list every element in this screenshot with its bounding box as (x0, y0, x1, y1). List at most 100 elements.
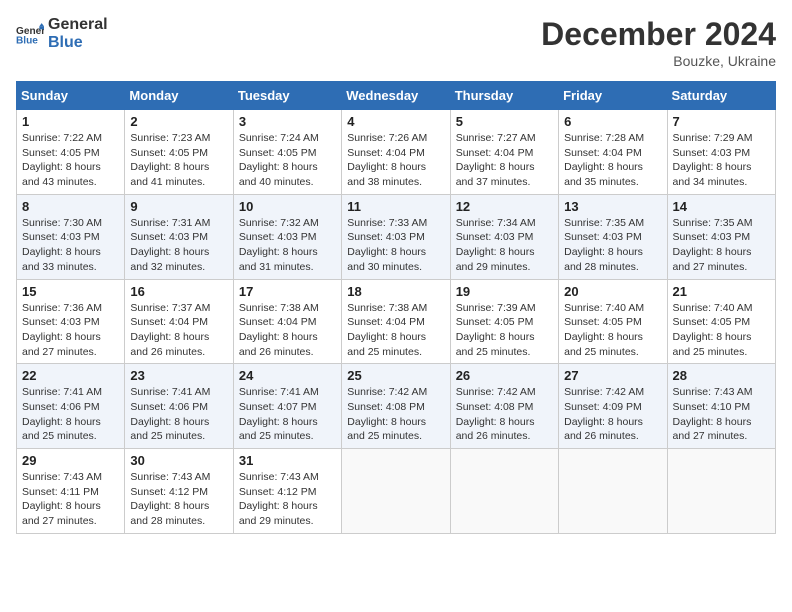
calendar-cell: 18 Sunrise: 7:38 AMSunset: 4:04 PMDayligh… (342, 279, 450, 364)
calendar-cell: 31 Sunrise: 7:43 AMSunset: 4:12 PMDayligh… (233, 449, 341, 534)
calendar-cell: 16 Sunrise: 7:37 AMSunset: 4:04 PMDayligh… (125, 279, 233, 364)
day-info: Sunrise: 7:35 AMSunset: 4:03 PMDaylight:… (673, 216, 770, 275)
day-info: Sunrise: 7:29 AMSunset: 4:03 PMDaylight:… (673, 131, 770, 190)
calendar-cell: 5 Sunrise: 7:27 AMSunset: 4:04 PMDaylight… (450, 110, 558, 195)
day-number: 21 (673, 284, 770, 299)
month-title: December 2024 (541, 16, 776, 53)
calendar-cell: 8 Sunrise: 7:30 AMSunset: 4:03 PMDaylight… (17, 194, 125, 279)
weekday-header-row: SundayMondayTuesdayWednesdayThursdayFrid… (17, 82, 776, 110)
day-info: Sunrise: 7:37 AMSunset: 4:04 PMDaylight:… (130, 301, 227, 360)
weekday-header-wednesday: Wednesday (342, 82, 450, 110)
day-info: Sunrise: 7:42 AMSunset: 4:08 PMDaylight:… (347, 385, 444, 444)
day-number: 8 (22, 199, 119, 214)
day-info: Sunrise: 7:43 AMSunset: 4:12 PMDaylight:… (239, 470, 336, 529)
calendar-cell: 15 Sunrise: 7:36 AMSunset: 4:03 PMDayligh… (17, 279, 125, 364)
day-info: Sunrise: 7:27 AMSunset: 4:04 PMDaylight:… (456, 131, 553, 190)
day-number: 28 (673, 368, 770, 383)
calendar-cell: 21 Sunrise: 7:40 AMSunset: 4:05 PMDayligh… (667, 279, 775, 364)
calendar-cell: 24 Sunrise: 7:41 AMSunset: 4:07 PMDayligh… (233, 364, 341, 449)
day-info: Sunrise: 7:32 AMSunset: 4:03 PMDaylight:… (239, 216, 336, 275)
calendar-cell: 1Sunrise: 7:22 AMSunset: 4:05 PMDaylight… (17, 110, 125, 195)
day-info: Sunrise: 7:40 AMSunset: 4:05 PMDaylight:… (673, 301, 770, 360)
calendar-cell: 20 Sunrise: 7:40 AMSunset: 4:05 PMDayligh… (559, 279, 667, 364)
weekday-header-tuesday: Tuesday (233, 82, 341, 110)
day-number: 4 (347, 114, 444, 129)
weekday-header-saturday: Saturday (667, 82, 775, 110)
logo-icon: General Blue (16, 23, 44, 45)
day-number: 7 (673, 114, 770, 129)
day-number: 30 (130, 453, 227, 468)
calendar-cell: 3Sunrise: 7:24 AMSunset: 4:05 PMDaylight… (233, 110, 341, 195)
day-info: Sunrise: 7:26 AMSunset: 4:04 PMDaylight:… (347, 131, 444, 190)
weekday-header-friday: Friday (559, 82, 667, 110)
weekday-header-thursday: Thursday (450, 82, 558, 110)
day-number: 18 (347, 284, 444, 299)
day-number: 15 (22, 284, 119, 299)
day-info: Sunrise: 7:30 AMSunset: 4:03 PMDaylight:… (22, 216, 119, 275)
day-number: 27 (564, 368, 661, 383)
day-number: 13 (564, 199, 661, 214)
calendar-week-row: 15 Sunrise: 7:36 AMSunset: 4:03 PMDayligh… (17, 279, 776, 364)
day-info: Sunrise: 7:40 AMSunset: 4:05 PMDaylight:… (564, 301, 661, 360)
calendar-week-row: 8 Sunrise: 7:30 AMSunset: 4:03 PMDaylight… (17, 194, 776, 279)
calendar-week-row: 29Sunrise: 7:43 AMSunset: 4:11 PMDayligh… (17, 449, 776, 534)
calendar-cell (450, 449, 558, 534)
day-info: Sunrise: 7:34 AMSunset: 4:03 PMDaylight:… (456, 216, 553, 275)
calendar-cell: 30Sunrise: 7:43 AMSunset: 4:12 PMDayligh… (125, 449, 233, 534)
day-info: Sunrise: 7:36 AMSunset: 4:03 PMDaylight:… (22, 301, 119, 360)
calendar-cell: 4 Sunrise: 7:26 AMSunset: 4:04 PMDaylight… (342, 110, 450, 195)
calendar-cell: 28 Sunrise: 7:43 AMSunset: 4:10 PMDayligh… (667, 364, 775, 449)
day-number: 6 (564, 114, 661, 129)
calendar-cell: 10 Sunrise: 7:32 AMSunset: 4:03 PMDayligh… (233, 194, 341, 279)
day-number: 31 (239, 453, 336, 468)
day-number: 25 (347, 368, 444, 383)
day-info: Sunrise: 7:33 AMSunset: 4:03 PMDaylight:… (347, 216, 444, 275)
calendar-cell (667, 449, 775, 534)
calendar-week-row: 22 Sunrise: 7:41 AMSunset: 4:06 PMDayligh… (17, 364, 776, 449)
day-info: Sunrise: 7:41 AMSunset: 4:06 PMDaylight:… (22, 385, 119, 444)
calendar-cell: 27 Sunrise: 7:42 AMSunset: 4:09 PMDayligh… (559, 364, 667, 449)
day-number: 24 (239, 368, 336, 383)
day-info: Sunrise: 7:28 AMSunset: 4:04 PMDaylight:… (564, 131, 661, 190)
calendar-cell: 17Sunrise: 7:38 AMSunset: 4:04 PMDayligh… (233, 279, 341, 364)
calendar-cell: 26Sunrise: 7:42 AMSunset: 4:08 PMDayligh… (450, 364, 558, 449)
page-header: General Blue General Blue December 2024 … (16, 16, 776, 69)
day-info: Sunrise: 7:23 AMSunset: 4:05 PMDaylight:… (130, 131, 227, 190)
day-info: Sunrise: 7:38 AMSunset: 4:04 PMDaylight:… (347, 301, 444, 360)
day-info: Sunrise: 7:41 AMSunset: 4:06 PMDaylight:… (130, 385, 227, 444)
logo-general-text: General (48, 16, 108, 34)
day-info: Sunrise: 7:43 AMSunset: 4:10 PMDaylight:… (673, 385, 770, 444)
calendar-cell: 23 Sunrise: 7:41 AMSunset: 4:06 PMDayligh… (125, 364, 233, 449)
day-number: 20 (564, 284, 661, 299)
day-info: Sunrise: 7:35 AMSunset: 4:03 PMDaylight:… (564, 216, 661, 275)
weekday-header-monday: Monday (125, 82, 233, 110)
calendar-cell (559, 449, 667, 534)
day-number: 9 (130, 199, 227, 214)
day-number: 5 (456, 114, 553, 129)
location-title: Bouzke, Ukraine (541, 53, 776, 69)
day-number: 2 (130, 114, 227, 129)
day-number: 10 (239, 199, 336, 214)
day-info: Sunrise: 7:39 AMSunset: 4:05 PMDaylight:… (456, 301, 553, 360)
day-info: Sunrise: 7:41 AMSunset: 4:07 PMDaylight:… (239, 385, 336, 444)
day-number: 16 (130, 284, 227, 299)
day-info: Sunrise: 7:22 AMSunset: 4:05 PMDaylight:… (22, 131, 119, 190)
calendar-cell: 12 Sunrise: 7:34 AMSunset: 4:03 PMDayligh… (450, 194, 558, 279)
calendar-cell: 9 Sunrise: 7:31 AMSunset: 4:03 PMDaylight… (125, 194, 233, 279)
calendar-table: SundayMondayTuesdayWednesdayThursdayFrid… (16, 81, 776, 534)
title-block: December 2024 Bouzke, Ukraine (541, 16, 776, 69)
day-info: Sunrise: 7:38 AMSunset: 4:04 PMDaylight:… (239, 301, 336, 360)
calendar-cell: 11Sunrise: 7:33 AMSunset: 4:03 PMDayligh… (342, 194, 450, 279)
logo: General Blue General Blue (16, 16, 108, 51)
calendar-cell: 29Sunrise: 7:43 AMSunset: 4:11 PMDayligh… (17, 449, 125, 534)
day-number: 12 (456, 199, 553, 214)
calendar-cell: 7 Sunrise: 7:29 AMSunset: 4:03 PMDaylight… (667, 110, 775, 195)
day-info: Sunrise: 7:42 AMSunset: 4:09 PMDaylight:… (564, 385, 661, 444)
day-info: Sunrise: 7:42 AMSunset: 4:08 PMDaylight:… (456, 385, 553, 444)
day-number: 23 (130, 368, 227, 383)
day-number: 22 (22, 368, 119, 383)
day-info: Sunrise: 7:31 AMSunset: 4:03 PMDaylight:… (130, 216, 227, 275)
calendar-cell: 19Sunrise: 7:39 AMSunset: 4:05 PMDayligh… (450, 279, 558, 364)
calendar-cell: 14Sunrise: 7:35 AMSunset: 4:03 PMDayligh… (667, 194, 775, 279)
calendar-cell (342, 449, 450, 534)
